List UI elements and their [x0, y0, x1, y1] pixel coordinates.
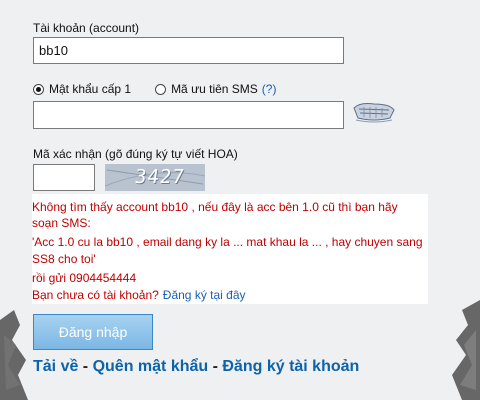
link-separator: -	[208, 358, 223, 375]
message-line-6: Bạn chưa có tài khoản? Đăng ký tại đây	[32, 288, 246, 302]
message-line-5: rồi gửi 0904454444	[32, 271, 137, 285]
captcha-label: Mã xác nhận (gõ đúng ký tự viết HOA)	[33, 147, 238, 161]
message-line-1: Không tìm thấy account bb10 , nếu đây là…	[32, 200, 398, 214]
message-line-4: SS8 cho toi'	[32, 252, 96, 266]
download-link[interactable]: Tải về	[33, 358, 78, 375]
captcha-text: 3427	[133, 166, 187, 188]
register-here-link[interactable]: Đăng ký tại đây	[163, 288, 246, 302]
virtual-keyboard-icon[interactable]	[350, 98, 398, 124]
decorative-warrior-art-right	[452, 300, 480, 400]
error-message-box: Không tìm thấy account bb10 , nếu đây là…	[32, 194, 428, 304]
captcha-input[interactable]	[33, 164, 95, 191]
message-line-2: soạn SMS:	[32, 216, 91, 230]
password-mode-group: Mật khẩu cấp 1 Mã ưu tiên SMS (?)	[33, 82, 276, 96]
login-button[interactable]: Đăng nhập	[33, 314, 153, 350]
link-separator: -	[78, 358, 93, 375]
help-link[interactable]: (?)	[262, 82, 277, 96]
message-line-3: 'Acc 1.0 cu la bb10 , email dang ky la .…	[32, 235, 423, 249]
account-input[interactable]	[33, 37, 344, 64]
decorative-warrior-art-left	[0, 310, 28, 400]
radio-password-level1[interactable]	[33, 83, 44, 95]
register-account-link[interactable]: Đăng ký tài khoản	[222, 358, 359, 375]
radio-sms-priority[interactable]	[155, 83, 167, 95]
captcha-image: 3427	[105, 164, 205, 191]
no-account-text: Bạn chưa có tài khoản?	[32, 288, 159, 302]
password-input[interactable]	[33, 101, 344, 129]
footer-links: Tải về - Quên mật khẩu - Đăng ký tài kho…	[33, 358, 359, 376]
radio-password-level1-label[interactable]: Mật khẩu cấp 1	[49, 82, 131, 96]
radio-sms-priority-label[interactable]: Mã ưu tiên SMS	[171, 82, 258, 96]
forgot-password-link[interactable]: Quên mật khẩu	[93, 358, 209, 375]
account-label: Tài khoản (account)	[33, 21, 140, 35]
